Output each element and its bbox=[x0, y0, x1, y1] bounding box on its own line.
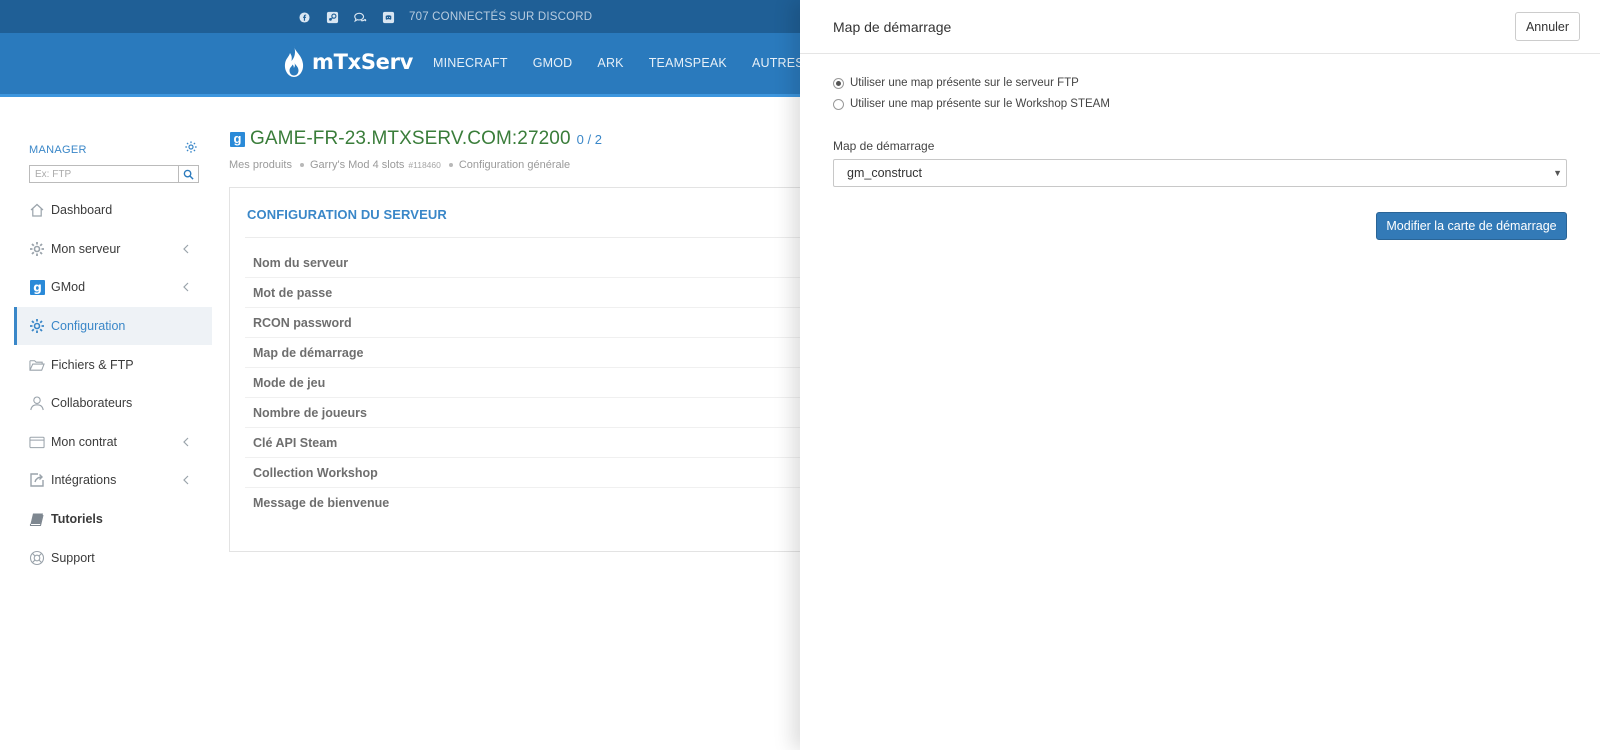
chevron-left-icon bbox=[183, 244, 189, 254]
discord-icon[interactable] bbox=[381, 10, 395, 24]
config-row: Collection Workshop bbox=[245, 458, 815, 488]
gmod-icon: g bbox=[29, 279, 45, 295]
svg-text:g: g bbox=[33, 280, 42, 294]
nav-minecraft[interactable]: MINECRAFT bbox=[433, 56, 508, 70]
card-title: CONFIGURATION DU SERVEUR bbox=[247, 207, 447, 222]
nav-teamspeak[interactable]: TEAMSPEAK bbox=[649, 56, 727, 70]
card-icon bbox=[29, 434, 45, 450]
search-input[interactable] bbox=[29, 165, 179, 183]
sidebar-item-mon-contrat[interactable]: Mon contrat bbox=[14, 423, 212, 462]
chat-icon[interactable] bbox=[353, 10, 367, 24]
breadcrumb: Mes produits Garry's Mod 4 slots #118460… bbox=[229, 159, 570, 171]
discord-online-count[interactable]: 707 CONNECTÉS SUR DISCORD bbox=[409, 11, 592, 23]
radio-button[interactable] bbox=[833, 98, 844, 110]
radio-label: Utiliser une map présente sur le serveur… bbox=[850, 77, 1079, 89]
lifebuoy-icon bbox=[29, 550, 45, 566]
chevron-left-icon bbox=[183, 475, 189, 485]
sidebar-item-collaborateurs[interactable]: Collaborateurs bbox=[14, 384, 212, 423]
sidebar-item-label: Support bbox=[51, 550, 95, 565]
search-icon bbox=[183, 169, 194, 180]
sidebar-item-configuration[interactable]: Configuration bbox=[14, 306, 212, 346]
server-host: GAME-FR-23.MTXSERV.COM:27200 bbox=[250, 128, 571, 149]
cancel-button[interactable]: Annuler bbox=[1515, 12, 1580, 41]
sidebar-item-label: Tutoriels bbox=[51, 512, 103, 527]
breadcrumb-current: Configuration générale bbox=[458, 159, 571, 171]
chevron-left-icon bbox=[183, 282, 189, 292]
steam-icon[interactable] bbox=[325, 10, 339, 24]
radio-ftp-map[interactable]: Utiliser une map présente sur le serveur… bbox=[833, 77, 1079, 89]
config-row: Message de bienvenue bbox=[253, 496, 390, 510]
sidebar: MANAGER Dashboard Mon serveur g GMod Con… bbox=[14, 140, 212, 577]
flame-logo-icon bbox=[284, 46, 304, 77]
sidebar-item-gmod[interactable]: g GMod bbox=[14, 268, 212, 307]
gmod-icon: g bbox=[230, 131, 245, 147]
sidebar-item-fichiers-ftp[interactable]: Fichiers & FTP bbox=[14, 345, 212, 384]
chevron-left-icon bbox=[183, 437, 189, 446]
manager-header: MANAGER bbox=[14, 140, 212, 158]
nav-ark[interactable]: ARK bbox=[597, 56, 623, 70]
sidebar-item-label: Collaborateurs bbox=[51, 396, 133, 411]
sidebar-item-label: Mon contrat bbox=[51, 434, 118, 449]
book-icon bbox=[29, 511, 45, 527]
page-title: g GAME-FR-23.MTXSERV.COM:27200 0 / 2 bbox=[230, 128, 602, 150]
config-list: Nom du serveur Mot de passe RCON passwor… bbox=[245, 248, 815, 518]
sidebar-item-integrations[interactable]: Intégrations bbox=[14, 461, 212, 500]
config-row: Nom du serveur bbox=[245, 248, 815, 278]
submit-map-button[interactable]: Modifier la carte de démarrage bbox=[1376, 212, 1567, 240]
breadcrumb-mes-produits[interactable]: Mes produits bbox=[229, 159, 292, 171]
gear-icon bbox=[29, 318, 45, 334]
facebook-icon[interactable] bbox=[297, 10, 311, 24]
map-select-value: gm_construct bbox=[847, 166, 923, 180]
sidebar-menu: Dashboard Mon serveur g GMod Configurati… bbox=[14, 191, 212, 577]
sidebar-search bbox=[29, 165, 199, 183]
sidebar-item-label: Fichiers & FTP bbox=[51, 357, 134, 372]
config-row: Mode de jeu bbox=[245, 368, 815, 398]
home-icon bbox=[29, 202, 45, 218]
brand-name: mTxServ bbox=[312, 50, 414, 74]
product-id: #118460 bbox=[408, 160, 441, 170]
sidebar-item-label: Dashboard bbox=[51, 203, 113, 218]
panel-title: Map de démarrage bbox=[833, 19, 952, 35]
config-row: Mot de passe bbox=[245, 278, 815, 308]
divider bbox=[245, 237, 815, 238]
config-row: Map de démarrage bbox=[245, 338, 815, 368]
config-row: RCON password bbox=[245, 308, 815, 338]
config-row: Clé API Steam bbox=[245, 428, 815, 458]
share-icon bbox=[29, 472, 45, 488]
sidebar-item-label: Configuration bbox=[51, 319, 126, 334]
config-row: Nombre de joueurs bbox=[245, 398, 815, 428]
nav-gmod[interactable]: GMOD bbox=[533, 56, 573, 70]
sidebar-item-support[interactable]: Support bbox=[14, 538, 212, 577]
folder-icon bbox=[29, 357, 45, 373]
site-logo[interactable]: mTxServ bbox=[282, 45, 413, 79]
startup-map-panel: Map de démarrage Annuler Utiliser une ma… bbox=[800, 0, 1600, 750]
caret-down-icon: ▼ bbox=[1553, 168, 1562, 178]
gear-icon bbox=[29, 241, 45, 257]
map-select[interactable]: gm_construct ▼ bbox=[833, 159, 1567, 187]
sidebar-item-dashboard[interactable]: Dashboard bbox=[14, 191, 212, 230]
sidebar-item-tutoriels[interactable]: Tutoriels bbox=[14, 500, 212, 539]
breadcrumb-separator bbox=[448, 163, 453, 167]
gear-icon[interactable] bbox=[184, 140, 198, 154]
panel-header: Map de démarrage Annuler bbox=[800, 0, 1600, 54]
user-icon bbox=[29, 395, 45, 411]
server-config-card: CONFIGURATION DU SERVEUR Nom du serveur … bbox=[229, 187, 829, 552]
radio-button[interactable] bbox=[833, 77, 844, 89]
sidebar-item-mon-serveur[interactable]: Mon serveur bbox=[14, 230, 212, 269]
sidebar-item-label: Intégrations bbox=[51, 473, 117, 488]
radio-workshop-map[interactable]: Utiliser une map présente sur le Worksho… bbox=[833, 98, 1110, 110]
social-links: 707 CONNECTÉS SUR DISCORD bbox=[297, 9, 592, 25]
sidebar-item-label: GMod bbox=[51, 280, 86, 295]
breadcrumb-separator bbox=[299, 163, 304, 167]
map-field-label: Map de démarrage bbox=[833, 139, 935, 153]
slots-count: 0 / 2 bbox=[576, 132, 602, 147]
manager-label: MANAGER bbox=[29, 144, 87, 156]
search-button[interactable] bbox=[179, 165, 199, 183]
sidebar-item-label: Mon serveur bbox=[51, 241, 121, 256]
breadcrumb-product[interactable]: Garry's Mod 4 slots bbox=[310, 159, 404, 171]
radio-label: Utiliser une map présente sur le Worksho… bbox=[850, 98, 1110, 110]
